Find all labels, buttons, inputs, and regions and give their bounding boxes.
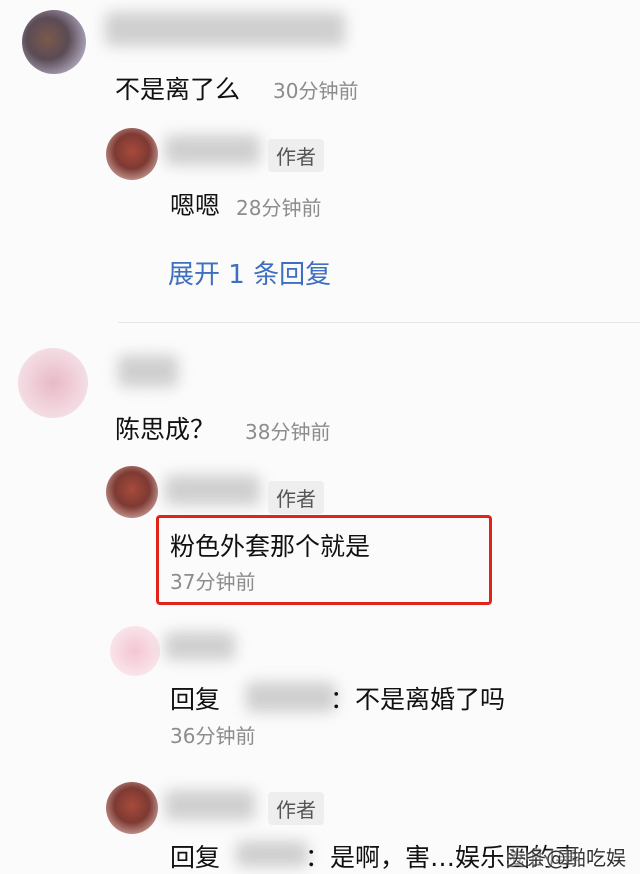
blurred-username: [105, 12, 345, 46]
reply-text: 嗯嗯: [170, 191, 221, 220]
blurred-mention[interactable]: [246, 682, 336, 712]
avatar[interactable]: [106, 128, 158, 180]
avatar[interactable]: [22, 10, 86, 74]
avatar[interactable]: [110, 626, 160, 676]
reply-time: 37分钟前: [170, 570, 256, 594]
divider: [118, 322, 640, 323]
reply-text: 粉色外套那个就是: [170, 532, 371, 561]
expand-replies-link[interactable]: 展开 1 条回复: [168, 254, 331, 291]
avatar[interactable]: [106, 782, 158, 834]
avatar[interactable]: [106, 466, 158, 518]
reply-time: 36分钟前: [170, 724, 256, 748]
blurred-username: [165, 790, 255, 820]
reply-text: ：不是离婚了吗: [330, 685, 506, 714]
blurred-username: [165, 632, 235, 660]
author-badge: 作者: [268, 792, 324, 825]
comment-text: 陈思成？: [115, 415, 216, 444]
comment-text: 不是离了么: [115, 75, 241, 104]
author-badge: 作者: [268, 481, 324, 514]
reply-prefix: 回复: [170, 685, 221, 714]
blurred-mention[interactable]: [236, 841, 308, 867]
avatar[interactable]: [18, 348, 88, 418]
comment-time: 30分钟前: [273, 79, 359, 103]
author-badge: 作者: [268, 139, 324, 172]
blurred-username: [118, 355, 178, 387]
blurred-username: [165, 135, 260, 165]
blurred-username: [165, 475, 260, 505]
watermark: 头条@啪吃娱: [506, 846, 626, 870]
comment-time: 38分钟前: [245, 420, 331, 444]
reply-time: 28分钟前: [236, 196, 322, 220]
